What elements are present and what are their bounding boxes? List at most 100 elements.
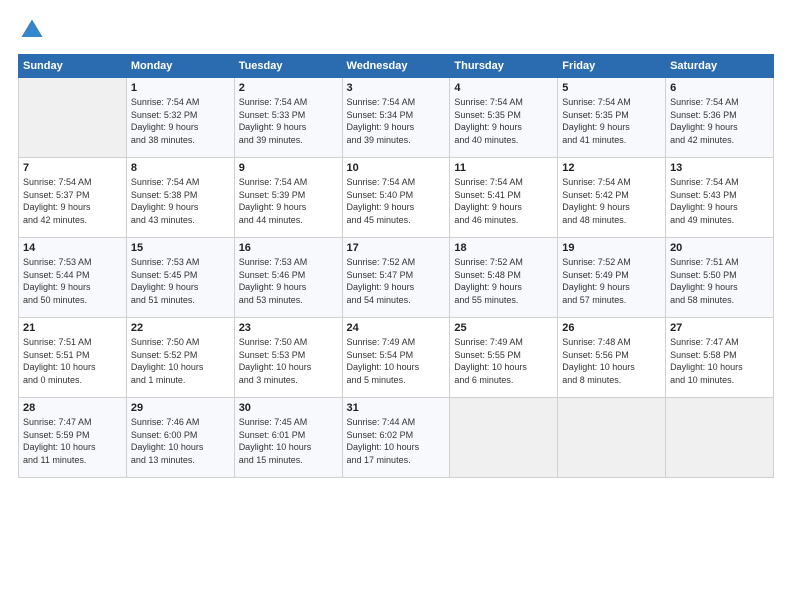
day-number: 16 (239, 242, 338, 254)
day-number: 9 (239, 162, 338, 174)
day-number: 5 (562, 82, 661, 94)
day-info: Sunrise: 7:51 AMSunset: 5:50 PMDaylight:… (670, 256, 769, 306)
calendar-header-thursday: Thursday (450, 55, 558, 78)
day-number: 14 (23, 242, 122, 254)
calendar-week-row: 21 Sunrise: 7:51 AMSunset: 5:51 PMDayligh… (19, 318, 774, 398)
day-number: 18 (454, 242, 553, 254)
calendar-week-row: 7 Sunrise: 7:54 AMSunset: 5:37 PMDaylight… (19, 158, 774, 238)
calendar-week-row: 1 Sunrise: 7:54 AMSunset: 5:32 PMDaylight… (19, 78, 774, 158)
calendar-cell: 19 Sunrise: 7:52 AMSunset: 5:49 PMDayligh… (558, 238, 666, 318)
day-number: 20 (670, 242, 769, 254)
calendar-cell: 18 Sunrise: 7:52 AMSunset: 5:48 PMDayligh… (450, 238, 558, 318)
calendar-week-row: 14 Sunrise: 7:53 AMSunset: 5:44 PMDayligh… (19, 238, 774, 318)
day-number: 22 (131, 322, 230, 334)
calendar-body: 1 Sunrise: 7:54 AMSunset: 5:32 PMDaylight… (19, 78, 774, 478)
calendar-cell: 29Sunrise: 7:46 AMSunset: 6:00 PMDayligh… (126, 398, 234, 478)
calendar-cell: 5 Sunrise: 7:54 AMSunset: 5:35 PMDaylight… (558, 78, 666, 158)
day-number: 23 (239, 322, 338, 334)
day-number: 3 (347, 82, 446, 94)
logo (18, 16, 50, 44)
day-info: Sunrise: 7:54 AMSunset: 5:35 PMDaylight:… (562, 96, 661, 146)
day-number: 28 (23, 402, 122, 414)
calendar-cell: 30 Sunrise: 7:45 AMSunset: 6:01 PMDayligh… (234, 398, 342, 478)
day-number: 19 (562, 242, 661, 254)
day-info: Sunrise: 7:47 AMSunset: 5:58 PMDaylight:… (670, 336, 769, 386)
calendar-cell (666, 398, 774, 478)
day-info: Sunrise: 7:50 AMSunset: 5:52 PMDaylight:… (131, 336, 230, 386)
day-info: Sunrise: 7:49 AMSunset: 5:54 PMDaylight:… (347, 336, 446, 386)
day-info: Sunrise: 7:54 AMSunset: 5:40 PMDaylight:… (347, 176, 446, 226)
calendar-header-sunday: Sunday (19, 55, 127, 78)
calendar-week-row: 28 Sunrise: 7:47 AMSunset: 5:59 PMDayligh… (19, 398, 774, 478)
day-number: 30 (239, 402, 338, 414)
day-number: 25 (454, 322, 553, 334)
day-info: Sunrise: 7:54 AMSunset: 5:34 PMDaylight:… (347, 96, 446, 146)
day-info: Sunrise: 7:47 AMSunset: 5:59 PMDaylight:… (23, 416, 122, 466)
calendar-cell (558, 398, 666, 478)
calendar-header-friday: Friday (558, 55, 666, 78)
day-number: 13 (670, 162, 769, 174)
day-info: Sunrise: 7:52 AMSunset: 5:48 PMDaylight:… (454, 256, 553, 306)
calendar-cell: 12Sunrise: 7:54 AMSunset: 5:42 PMDayligh… (558, 158, 666, 238)
calendar-cell: 8Sunrise: 7:54 AMSunset: 5:38 PMDaylight… (126, 158, 234, 238)
day-info: Sunrise: 7:51 AMSunset: 5:51 PMDaylight:… (23, 336, 122, 386)
calendar-header-tuesday: Tuesday (234, 55, 342, 78)
day-info: Sunrise: 7:54 AMSunset: 5:43 PMDaylight:… (670, 176, 769, 226)
calendar-header-row: SundayMondayTuesdayWednesdayThursdayFrid… (19, 55, 774, 78)
calendar-cell: 16 Sunrise: 7:53 AMSunset: 5:46 PMDayligh… (234, 238, 342, 318)
day-info: Sunrise: 7:52 AMSunset: 5:49 PMDaylight:… (562, 256, 661, 306)
calendar-cell: 25Sunrise: 7:49 AMSunset: 5:55 PMDayligh… (450, 318, 558, 398)
day-info: Sunrise: 7:53 AMSunset: 5:44 PMDaylight:… (23, 256, 122, 306)
day-info: Sunrise: 7:54 AMSunset: 5:32 PMDaylight:… (131, 96, 230, 146)
calendar-cell: 1 Sunrise: 7:54 AMSunset: 5:32 PMDaylight… (126, 78, 234, 158)
day-number: 17 (347, 242, 446, 254)
day-info: Sunrise: 7:54 AMSunset: 5:39 PMDaylight:… (239, 176, 338, 226)
day-number: 1 (131, 82, 230, 94)
day-number: 31 (347, 402, 446, 414)
day-number: 26 (562, 322, 661, 334)
day-number: 2 (239, 82, 338, 94)
day-number: 27 (670, 322, 769, 334)
day-info: Sunrise: 7:44 AMSunset: 6:02 PMDaylight:… (347, 416, 446, 466)
calendar-cell: 13 Sunrise: 7:54 AMSunset: 5:43 PMDayligh… (666, 158, 774, 238)
calendar-header-wednesday: Wednesday (342, 55, 450, 78)
calendar-cell: 27 Sunrise: 7:47 AMSunset: 5:58 PMDayligh… (666, 318, 774, 398)
calendar-cell: 28 Sunrise: 7:47 AMSunset: 5:59 PMDayligh… (19, 398, 127, 478)
calendar-cell: 23Sunrise: 7:50 AMSunset: 5:53 PMDayligh… (234, 318, 342, 398)
calendar-cell: 21 Sunrise: 7:51 AMSunset: 5:51 PMDayligh… (19, 318, 127, 398)
day-info: Sunrise: 7:45 AMSunset: 6:01 PMDaylight:… (239, 416, 338, 466)
calendar-cell: 6Sunrise: 7:54 AMSunset: 5:36 PMDaylight… (666, 78, 774, 158)
day-number: 6 (670, 82, 769, 94)
day-number: 12 (562, 162, 661, 174)
calendar-table: SundayMondayTuesdayWednesdayThursdayFrid… (18, 54, 774, 478)
day-number: 10 (347, 162, 446, 174)
day-info: Sunrise: 7:54 AMSunset: 5:38 PMDaylight:… (131, 176, 230, 226)
calendar-cell: 14 Sunrise: 7:53 AMSunset: 5:44 PMDayligh… (19, 238, 127, 318)
day-info: Sunrise: 7:48 AMSunset: 5:56 PMDaylight:… (562, 336, 661, 386)
calendar-cell (450, 398, 558, 478)
calendar-header-monday: Monday (126, 55, 234, 78)
day-info: Sunrise: 7:52 AMSunset: 5:47 PMDaylight:… (347, 256, 446, 306)
calendar-cell: 2Sunrise: 7:54 AMSunset: 5:33 PMDaylight… (234, 78, 342, 158)
calendar-header-saturday: Saturday (666, 55, 774, 78)
calendar-cell (19, 78, 127, 158)
day-number: 4 (454, 82, 553, 94)
day-number: 24 (347, 322, 446, 334)
calendar-cell: 26 Sunrise: 7:48 AMSunset: 5:56 PMDayligh… (558, 318, 666, 398)
day-number: 15 (131, 242, 230, 254)
calendar-cell: 11 Sunrise: 7:54 AMSunset: 5:41 PMDayligh… (450, 158, 558, 238)
day-number: 21 (23, 322, 122, 334)
calendar-cell: 4 Sunrise: 7:54 AMSunset: 5:35 PMDaylight… (450, 78, 558, 158)
day-info: Sunrise: 7:53 AMSunset: 5:45 PMDaylight:… (131, 256, 230, 306)
calendar-cell: 9 Sunrise: 7:54 AMSunset: 5:39 PMDaylight… (234, 158, 342, 238)
day-info: Sunrise: 7:54 AMSunset: 5:35 PMDaylight:… (454, 96, 553, 146)
day-info: Sunrise: 7:53 AMSunset: 5:46 PMDaylight:… (239, 256, 338, 306)
calendar-cell: 10 Sunrise: 7:54 AMSunset: 5:40 PMDayligh… (342, 158, 450, 238)
calendar-cell: 3 Sunrise: 7:54 AMSunset: 5:34 PMDaylight… (342, 78, 450, 158)
calendar-cell: 15 Sunrise: 7:53 AMSunset: 5:45 PMDayligh… (126, 238, 234, 318)
day-info: Sunrise: 7:54 AMSunset: 5:37 PMDaylight:… (23, 176, 122, 226)
calendar-cell: 24 Sunrise: 7:49 AMSunset: 5:54 PMDayligh… (342, 318, 450, 398)
day-info: Sunrise: 7:54 AMSunset: 5:41 PMDaylight:… (454, 176, 553, 226)
day-number: 7 (23, 162, 122, 174)
day-number: 11 (454, 162, 553, 174)
